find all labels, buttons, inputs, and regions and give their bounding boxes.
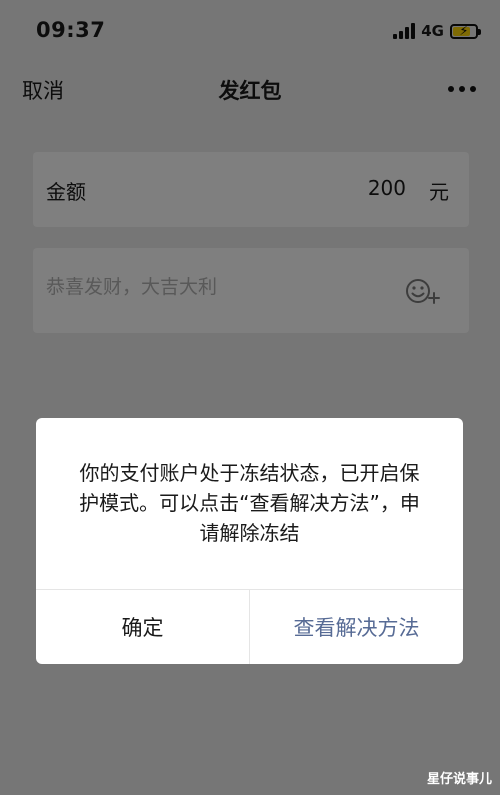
alert-dialog: 你的支付账户处于冻结状态，已开启保护模式。可以点击“查看解决方法”，申请解除冻结…	[36, 418, 463, 664]
confirm-button[interactable]: 确定	[36, 590, 249, 664]
watermark: 星仔说事儿	[426, 772, 492, 787]
view-solution-button[interactable]: 查看解决方法	[250, 590, 463, 664]
modal-overlay	[0, 0, 500, 795]
dialog-message: 你的支付账户处于冻结状态，已开启保护模式。可以点击“查看解决方法”，申请解除冻结	[79, 461, 420, 545]
